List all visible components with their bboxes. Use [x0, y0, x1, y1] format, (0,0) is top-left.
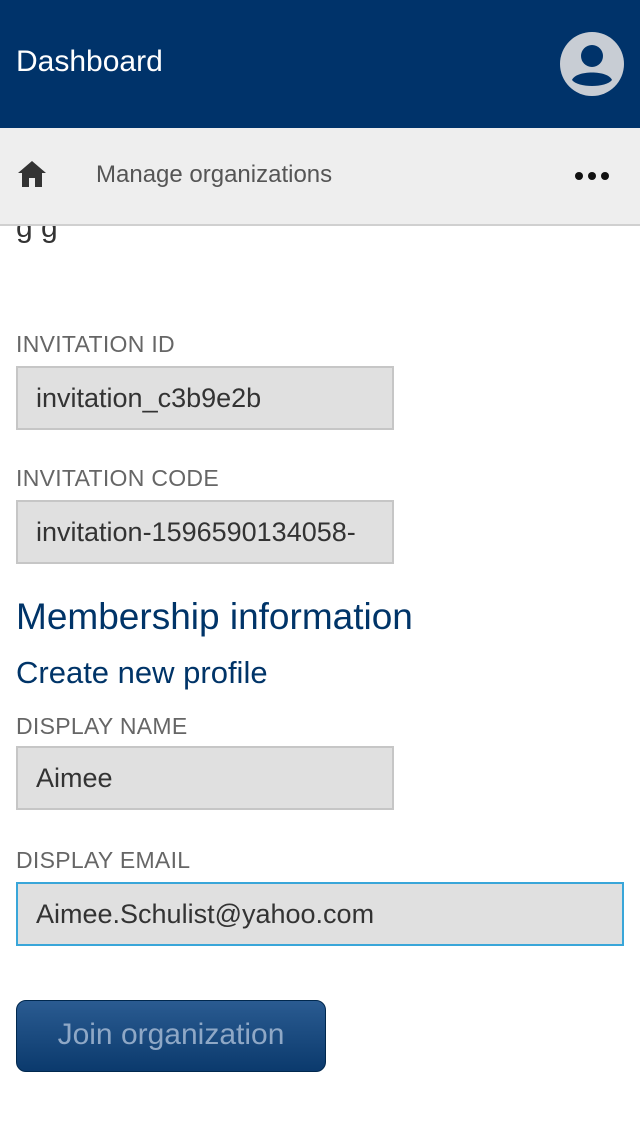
home-icon[interactable] [16, 158, 48, 190]
create-profile-heading: Create new profile [16, 655, 268, 690]
display-email-label: DISPLAY EMAIL [16, 847, 191, 873]
display-email-field[interactable] [16, 882, 624, 946]
app-title: Dashboard [16, 45, 163, 78]
invitation-id-field[interactable] [16, 366, 394, 430]
join-organization-button[interactable]: Join organization [16, 1000, 326, 1072]
display-name-field[interactable] [16, 746, 394, 810]
app-header: Dashboard [0, 0, 640, 128]
account-circle-icon[interactable] [560, 32, 624, 96]
clipped-text: g g [16, 226, 58, 244]
invitation-id-label: INVITATION ID [16, 331, 175, 357]
invitation-code-label: INVITATION CODE [16, 465, 219, 491]
membership-heading: Membership information [16, 596, 413, 637]
more-horizontal-icon[interactable] [574, 166, 610, 186]
display-name-label: DISPLAY NAME [16, 713, 188, 739]
clipped-scrolled-text: g g [0, 226, 640, 260]
toolbar-title: Manage organizations [96, 161, 333, 188]
invitation-code-field[interactable] [16, 500, 394, 564]
